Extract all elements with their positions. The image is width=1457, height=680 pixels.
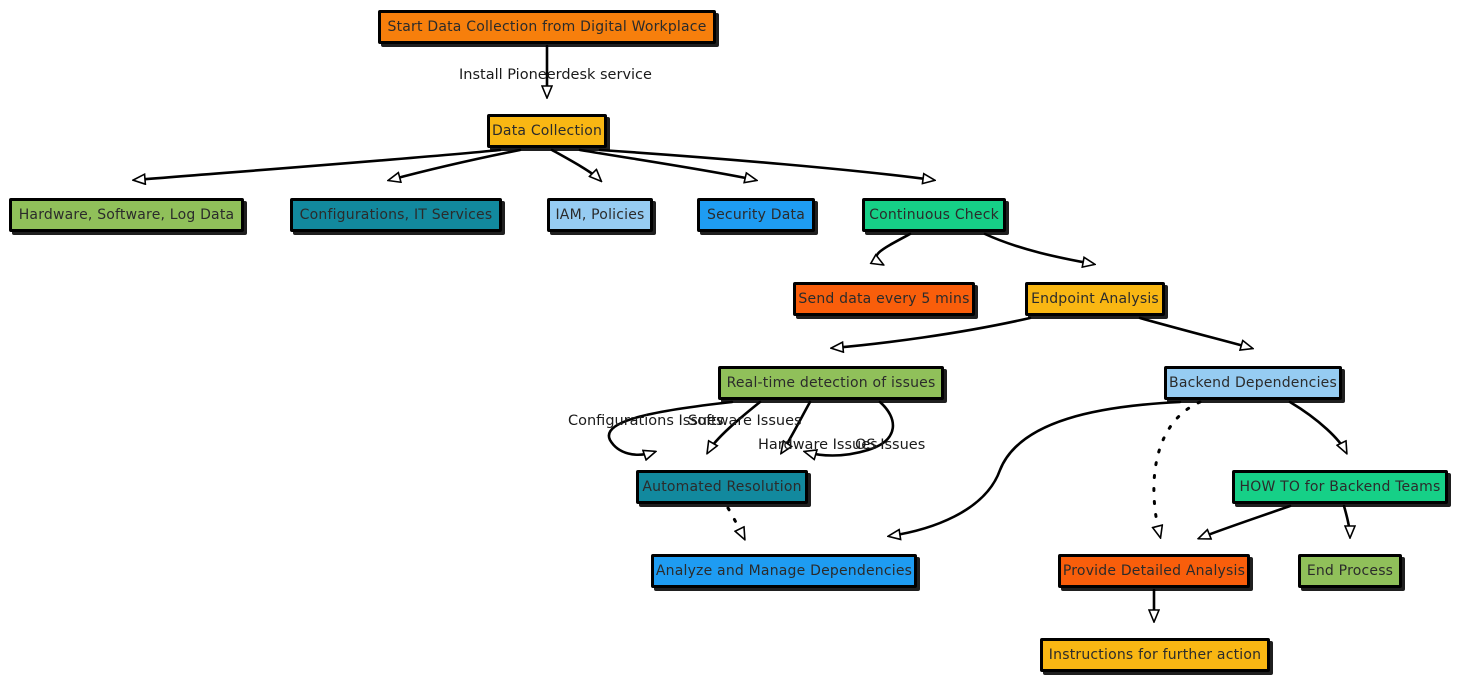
node-backend-dependencies[interactable]: Backend Dependencies [1164, 366, 1342, 400]
node-backend-dependencies-label: Backend Dependencies [1169, 375, 1337, 391]
node-start[interactable]: Start Data Collection from Digital Workp… [378, 10, 716, 44]
node-configurations-it-services[interactable]: Configurations, IT Services [290, 198, 502, 232]
node-hardware-software-log-data-label: Hardware, Software, Log Data [18, 207, 235, 223]
node-end-process-label: End Process [1306, 563, 1394, 579]
edge-label-install-pioneerdesk-service: Install Pioneerdesk service [459, 67, 652, 83]
edge-label-software-issues: Software Issues [688, 413, 802, 429]
node-security-data-label: Security Data [707, 207, 805, 223]
node-iam-policies[interactable]: IAM, Policies [547, 198, 653, 232]
node-instructions-for-further-action[interactable]: Instructions for further action [1040, 638, 1270, 672]
node-start-label: Start Data Collection from Digital Workp… [387, 19, 707, 35]
node-analyze-and-manage-dependencies[interactable]: Analyze and Manage Dependencies [651, 554, 917, 588]
node-security-data[interactable]: Security Data [697, 198, 815, 232]
node-how-to-for-backend-teams-label: HOW TO for Backend Teams [1239, 479, 1441, 495]
node-real-time-detection-of-issues[interactable]: Real-time detection of issues [718, 366, 944, 400]
node-send-data-every-5-mins-label: Send data every 5 mins [798, 291, 970, 307]
node-data-collection-label: Data Collection [491, 123, 603, 139]
node-provide-detailed-analysis-label: Provide Detailed Analysis [1062, 563, 1246, 579]
node-end-process[interactable]: End Process [1298, 554, 1402, 588]
edge-label-os-issues: OS Issues [855, 437, 926, 453]
node-analyze-and-manage-dependencies-label: Analyze and Manage Dependencies [655, 563, 913, 579]
node-continuous-check[interactable]: Continuous Check [862, 198, 1006, 232]
node-continuous-check-label: Continuous Check [869, 207, 999, 223]
node-provide-detailed-analysis[interactable]: Provide Detailed Analysis [1058, 554, 1250, 588]
node-configurations-it-services-label: Configurations, IT Services [299, 207, 493, 223]
node-endpoint-analysis-label: Endpoint Analysis [1031, 291, 1159, 307]
node-data-collection[interactable]: Data Collection [487, 114, 607, 148]
node-automated-resolution-label: Automated Resolution [642, 479, 802, 495]
node-iam-policies-label: IAM, Policies [555, 207, 645, 223]
node-send-data-every-5-mins[interactable]: Send data every 5 mins [793, 282, 975, 316]
node-instructions-for-further-action-label: Instructions for further action [1048, 647, 1262, 663]
node-automated-resolution[interactable]: Automated Resolution [636, 470, 808, 504]
node-endpoint-analysis[interactable]: Endpoint Analysis [1025, 282, 1165, 316]
node-real-time-detection-of-issues-label: Real-time detection of issues [726, 375, 936, 391]
node-how-to-for-backend-teams[interactable]: HOW TO for Backend Teams [1232, 470, 1448, 504]
flowchart-nodes-layer: Start Data Collection from Digital Workp… [0, 0, 1457, 680]
node-hardware-software-log-data[interactable]: Hardware, Software, Log Data [9, 198, 244, 232]
